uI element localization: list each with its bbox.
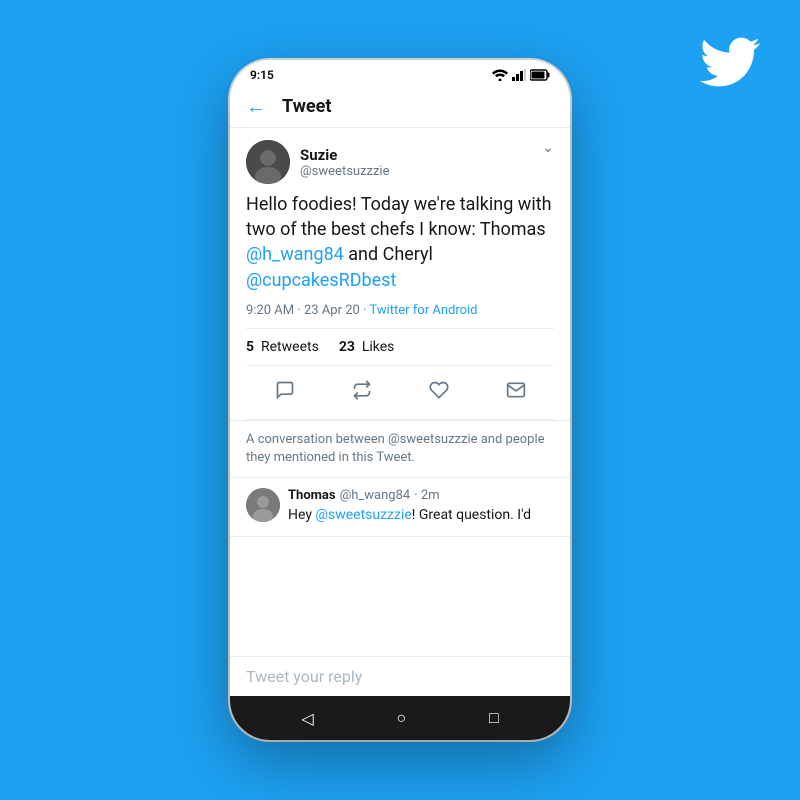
conversation-notice: A conversation between @sweetsuzzzie and… [230, 421, 570, 478]
mention-cupcakes[interactable]: @cupcakesRDbest [246, 270, 396, 291]
android-back-button[interactable]: ◁ [301, 709, 313, 728]
wifi-icon [492, 69, 508, 81]
reply-tweet-item: Thomas @h_wang84 · 2m Hey @sweetsuzzzie!… [230, 478, 570, 537]
tweet-header: Suzie @sweetsuzzzie ⌄ [246, 140, 554, 184]
likes-count: 23 Likes [339, 339, 395, 355]
dm-action-button[interactable] [500, 374, 532, 411]
signal-icon [512, 69, 526, 81]
reply-text: Hey @sweetsuzzzie! Great question. I'd [288, 506, 531, 526]
retweet-action-button[interactable] [346, 374, 378, 411]
android-nav-bar: ◁ ○ □ [230, 696, 570, 740]
reply-avatar [246, 488, 280, 522]
avatar [246, 140, 290, 184]
user-name: Suzie [300, 146, 389, 164]
reply-header: Thomas @h_wang84 · 2m [288, 488, 531, 503]
status-icons [492, 69, 550, 81]
tweet-source[interactable]: Twitter for Android [369, 303, 477, 318]
back-button[interactable]: ← [246, 94, 266, 119]
reply-input-area[interactable]: Tweet your reply [230, 656, 570, 696]
user-details: Suzie @sweetsuzzzie [300, 146, 389, 179]
reply-user-handle: @h_wang84 [340, 488, 411, 503]
mention-h-wang[interactable]: @h_wang84 [246, 244, 344, 265]
reply-placeholder[interactable]: Tweet your reply [246, 667, 362, 686]
time-display: 9:15 [250, 68, 274, 82]
main-tweet: Suzie @sweetsuzzzie ⌄ Hello foodies! Tod… [230, 128, 570, 421]
phone-frame: 9:15 [230, 60, 570, 740]
avatar-image [246, 140, 290, 184]
twitter-logo [700, 32, 760, 92]
tweet-user-info: Suzie @sweetsuzzzie [246, 140, 389, 184]
nav-title: Tweet [282, 96, 331, 117]
tweet-timestamp: 9:20 AM · 23 Apr 20 · Twitter for Androi… [246, 303, 554, 318]
reply-mention[interactable]: @sweetsuzzzie [315, 507, 411, 523]
status-bar: 9:15 [230, 60, 570, 86]
tweet-stats: 5 Retweets 23 Likes [246, 328, 554, 366]
tweet-actions-bar [246, 366, 554, 420]
reply-user-name: Thomas [288, 488, 336, 503]
tweet-body: Hello foodies! Today we're talking with … [246, 192, 554, 293]
android-home-button[interactable]: ○ [396, 708, 406, 728]
android-recents-button[interactable]: □ [489, 708, 499, 728]
like-action-button[interactable] [423, 374, 455, 411]
battery-icon [530, 69, 550, 81]
reply-content: Thomas @h_wang84 · 2m Hey @sweetsuzzzie!… [288, 488, 531, 526]
tweet-content: Suzie @sweetsuzzzie ⌄ Hello foodies! Tod… [230, 128, 570, 696]
reply-action-button[interactable] [269, 374, 301, 411]
more-options-icon[interactable]: ⌄ [542, 140, 554, 156]
retweet-count: 5 Retweets [246, 339, 319, 355]
tweet-nav-bar: ← Tweet [230, 86, 570, 128]
user-handle: @sweetsuzzzie [300, 164, 389, 179]
reply-time: · 2m [414, 488, 439, 503]
